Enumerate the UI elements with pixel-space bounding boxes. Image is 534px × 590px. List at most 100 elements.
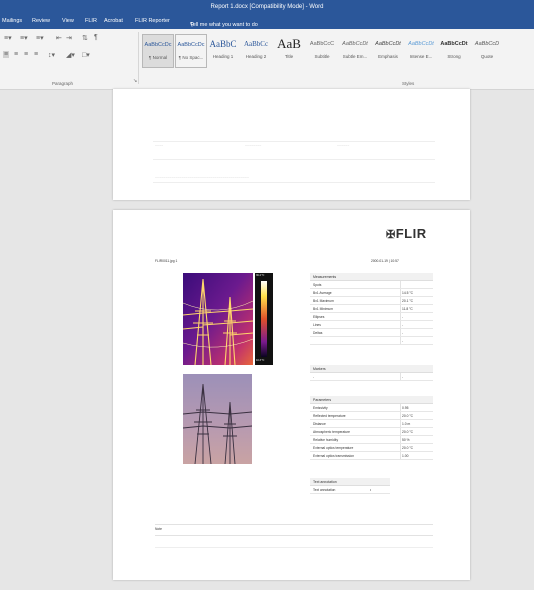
style-sample: AaBbCcDt (375, 41, 401, 47)
tab-flir[interactable]: FLIR (85, 18, 97, 24)
pilcrow-icon[interactable]: ¶ (94, 34, 98, 41)
row-value: - (402, 338, 404, 343)
column-divider (400, 281, 401, 288)
ribbon-panel: ≡▾ ≡▾ ≡▾ ⇤ ⇥ ⇅ ¶ ≡ ≡ ≡ ≡ ↕▾ ◢▾ □▾ Paragr… (0, 29, 534, 90)
increase-indent-icon[interactable]: ⇥ (66, 34, 72, 42)
table-row: External optics temperature 20.0 °C (310, 444, 433, 452)
tab-mailings[interactable]: Mailings (2, 18, 22, 24)
visual-photo (183, 374, 252, 464)
column-divider (400, 436, 401, 443)
align-center-icon[interactable]: ≡ (14, 51, 18, 58)
measurements-header: Measurements (310, 273, 433, 281)
column-divider (400, 404, 401, 411)
tab-flir-reporter[interactable]: FLIR Reporter (135, 18, 170, 24)
column-divider (400, 289, 401, 296)
multilevel-list-icon[interactable]: ≡▾ (36, 34, 44, 42)
markers-table: Markers -- (310, 365, 433, 381)
style-subtle-emphasis[interactable]: AaBbCcDt Subtle Em... (340, 34, 370, 66)
style-name: Emphasis (378, 54, 398, 59)
scale-max-label: 36.4 °C (256, 274, 265, 277)
row-label: Ellipses (313, 314, 325, 319)
row-label: External optics transmission (313, 453, 355, 458)
style-name: Heading 1 (212, 54, 234, 59)
page-number: 1 (175, 259, 178, 263)
style-name: Strong (447, 54, 461, 59)
file-name: FLIR0011.jpg 1 (155, 259, 177, 263)
row-label: Atmospheric temperature (313, 429, 351, 434)
row-value: 0.95 (402, 405, 409, 410)
row-value: 14.5 °C (402, 290, 414, 295)
table-row: Text annotation • (310, 486, 390, 494)
style-quote[interactable]: AaBbCcD Quote (472, 34, 502, 66)
row-value: - (402, 314, 404, 319)
style-sample: AaBbCcDc (144, 42, 172, 48)
style-heading-2[interactable]: AaBbCc Heading 2 (241, 34, 271, 66)
text-annotation-table: Text annotation Text annotation • (310, 478, 390, 494)
style-name: ¶ No Spac... (178, 55, 204, 60)
row-label: Emissivity (313, 405, 328, 410)
style-normal[interactable]: AaBbCcDc ¶ Normal (142, 34, 174, 68)
tell-me-text: Tell me what you want to do (190, 22, 258, 28)
note-label: Note (155, 527, 162, 531)
row-value: - (402, 322, 404, 327)
numbering-icon[interactable]: ≡▾ (20, 34, 28, 42)
tab-review[interactable]: Review (32, 18, 50, 24)
tab-acrobat[interactable]: Acrobat (104, 18, 123, 24)
style-sample: AaB (277, 36, 301, 51)
window-title: Report 1.docx [Compatibility Mode] - Wor… (210, 4, 324, 10)
line-spacing-icon[interactable]: ↕▾ (48, 51, 55, 59)
column-divider (400, 428, 401, 435)
row-value: - (402, 330, 404, 335)
faint-field-4: ~~~~~~~~~~~~~~~~~~~~~~~~~~~~~~~~~~~~~~~~… (155, 176, 250, 180)
styles-group-label: Styles (402, 81, 415, 86)
style-no-spacing[interactable]: AaBbCcDc ¶ No Spac... (175, 34, 207, 68)
align-left-icon[interactable]: ≡ (3, 51, 10, 58)
paragraph-launcher-icon[interactable]: ↘ (133, 78, 137, 84)
tab-view[interactable]: View (62, 18, 74, 24)
faint-rule (153, 159, 435, 160)
measurements-title: Measurements (313, 274, 337, 279)
style-heading-1[interactable]: AaBbC Heading 1 (208, 34, 238, 66)
style-title[interactable]: AaB Title (274, 34, 304, 66)
visual-photo-graphic (183, 374, 252, 464)
decrease-indent-icon[interactable]: ⇤ (56, 34, 62, 42)
style-name: Heading 2 (245, 54, 267, 59)
style-name: ¶ Normal (148, 55, 168, 60)
table-row: Emissivity 0.95 (310, 404, 433, 412)
row-value: 1.00 (402, 453, 409, 458)
style-sample: AaBbC (209, 39, 237, 49)
column-divider (400, 452, 401, 459)
row-value: 20.0 °C (402, 445, 414, 450)
table-row: External optics transmission 1.00 (310, 452, 433, 460)
bullets-icon[interactable]: ≡▾ (4, 34, 12, 42)
borders-icon[interactable]: □▾ (82, 51, 90, 59)
style-intense-emphasis[interactable]: AaBbCcDt Intense E... (406, 34, 436, 66)
column-divider (400, 313, 401, 320)
markers-title: Markers (313, 366, 326, 371)
style-strong[interactable]: AaBbCcDt Strong (439, 34, 469, 66)
row-value: 1.0 m (402, 421, 411, 426)
report-datetime: 2000-01-19 | 10:57 (371, 259, 399, 263)
row-label: Distance (313, 421, 326, 426)
column-divider (400, 297, 401, 304)
shading-icon[interactable]: ◢▾ (66, 51, 75, 59)
style-sample: AaBbCcDt (408, 41, 434, 47)
table-row: Deltas - (310, 329, 433, 337)
row-label: - (313, 374, 315, 379)
style-emphasis[interactable]: AaBbCcDt Emphasis (373, 34, 403, 66)
sort-icon[interactable]: ⇅ (82, 34, 88, 42)
align-right-icon[interactable]: ≡ (24, 51, 28, 58)
table-row: -- (310, 373, 433, 381)
column-divider (400, 444, 401, 451)
column-divider (400, 412, 401, 419)
faint-rule (153, 141, 435, 142)
justify-icon[interactable]: ≡ (34, 51, 38, 58)
window-title-bar: Report 1.docx [Compatibility Mode] - Wor… (0, 0, 534, 14)
style-subtitle[interactable]: AaBbCcC Subtitle (307, 34, 337, 66)
measurements-table: Measurements Spots Bx1 Average 14.5 °C Bx… (310, 273, 433, 345)
flir-logo-icon: ✠ (386, 229, 396, 241)
row-value: • (370, 487, 372, 492)
style-sample: AaBbCcC (309, 41, 335, 47)
column-divider (400, 373, 401, 380)
markers-header: Markers (310, 365, 433, 373)
